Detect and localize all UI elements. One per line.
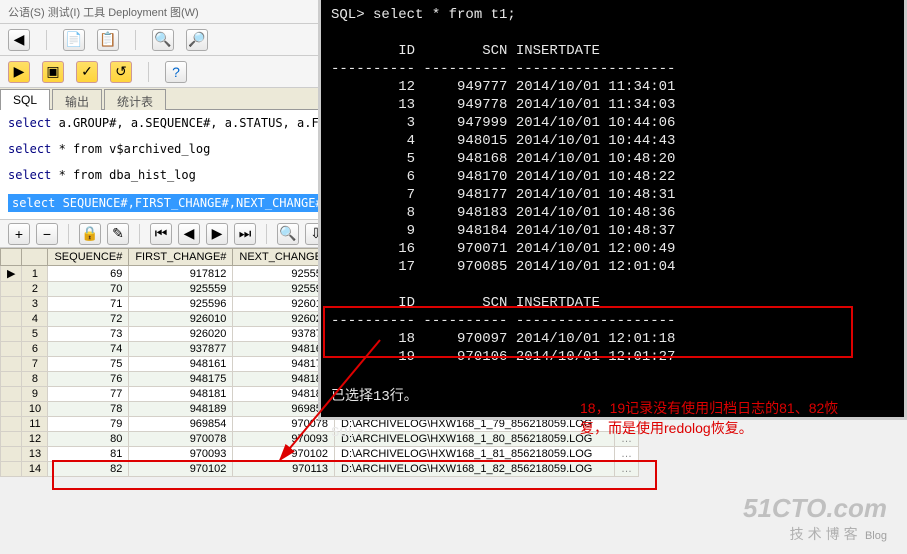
- sql-text: * from v$archived_log: [51, 142, 210, 156]
- delete-row-icon[interactable]: −: [36, 223, 58, 245]
- prev-icon[interactable]: ◀: [178, 223, 200, 245]
- sqlplus-terminal[interactable]: SQL> select * from t1; ID SCN INSERTDATE…: [318, 0, 907, 420]
- copy-icon[interactable]: 📄: [63, 29, 85, 51]
- lock-icon[interactable]: 🔒: [79, 223, 101, 245]
- last-icon[interactable]: ⏭: [234, 223, 256, 245]
- grid-find-icon[interactable]: 🔍: [277, 223, 299, 245]
- col-first-change[interactable]: FIRST_CHANGE#: [129, 249, 233, 266]
- table-row[interactable]: 1381970093970102D:\ARCHIVELOG\HXW168_1_8…: [1, 447, 639, 462]
- next-icon[interactable]: ▶: [206, 223, 228, 245]
- nav-back-icon[interactable]: ◀: [8, 29, 30, 51]
- commit-icon[interactable]: ✓: [76, 61, 98, 83]
- tab-stats[interactable]: 统计表: [104, 89, 166, 110]
- first-icon[interactable]: ⏮: [150, 223, 172, 245]
- rollback-icon[interactable]: ↺: [110, 61, 132, 83]
- edit-icon[interactable]: ✎: [107, 223, 129, 245]
- find-next-icon[interactable]: 🔎: [186, 29, 208, 51]
- execute-sql-icon[interactable]: ▣: [42, 61, 64, 83]
- col-sequence[interactable]: SEQUENCE#: [48, 249, 129, 266]
- terminal-rows: 12 949777 2014/10/01 11:34:01 13 949778 …: [331, 78, 894, 276]
- terminal-header2: ID SCN INSERTDATE: [331, 294, 894, 312]
- find-icon[interactable]: 🔍: [152, 29, 174, 51]
- execute-icon[interactable]: ▶: [8, 61, 30, 83]
- table-row[interactable]: 1482970102970113D:\ARCHIVELOG\HXW168_1_8…: [1, 462, 639, 477]
- terminal-cmd: SQL> select * from t1;: [331, 6, 894, 24]
- watermark: 51CTO.com 技术博客 Blog: [743, 493, 887, 544]
- help-icon[interactable]: ?: [165, 61, 187, 83]
- menu-items[interactable]: 公语(S) 测试(I) 工具 Deployment 图(W): [8, 4, 199, 20]
- terminal-header: ID SCN INSERTDATE: [331, 42, 894, 60]
- sql-text: * from dba_hist_log: [51, 168, 196, 182]
- paste-icon[interactable]: 📋: [97, 29, 119, 51]
- terminal-rows2: 18 970097 2014/10/01 12:01:18 19 970106 …: [331, 330, 894, 366]
- tab-sql[interactable]: SQL: [0, 89, 50, 110]
- annotation-text: 18，19记录没有使用归档日志的81、82恢 复，而是使用redolog恢复。: [580, 398, 838, 438]
- add-row-icon[interactable]: +: [8, 223, 30, 245]
- tab-output[interactable]: 输出: [52, 89, 102, 110]
